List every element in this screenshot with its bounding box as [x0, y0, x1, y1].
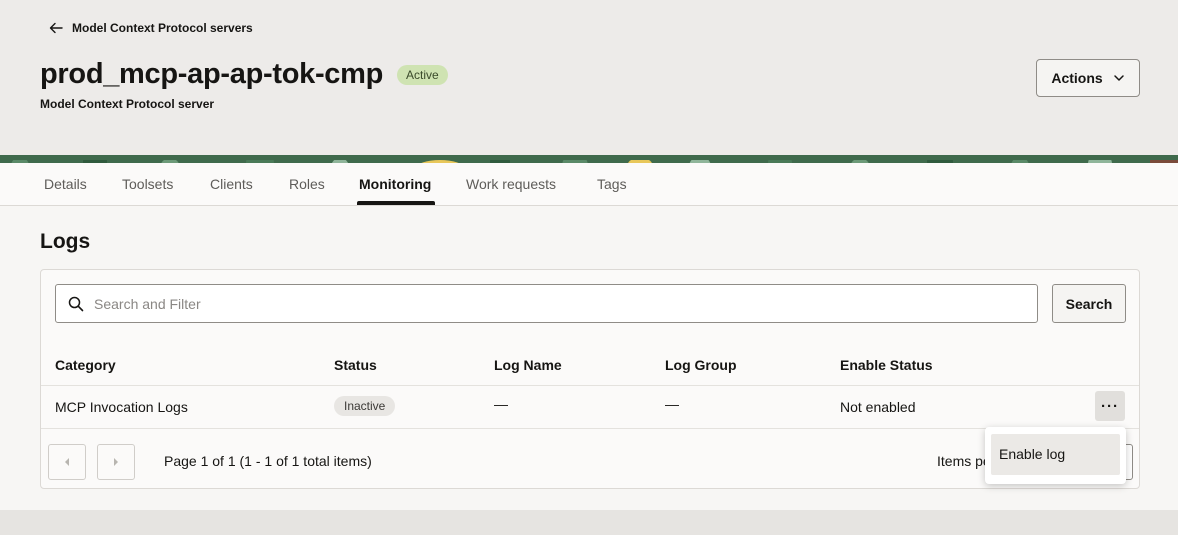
- next-page-icon: [114, 458, 118, 466]
- status-badge: Active: [397, 64, 448, 85]
- more-actions-icon: ···: [1101, 397, 1119, 415]
- decorative-banner: [0, 155, 1178, 163]
- row-actions-menu: Enable log: [985, 427, 1126, 484]
- row-actions-button[interactable]: ···: [1095, 391, 1125, 421]
- cell-status-badge: Inactive: [334, 396, 396, 416]
- search-input[interactable]: [94, 285, 1024, 322]
- cell-enable-status: Not enabled: [840, 399, 916, 415]
- column-header-log-name[interactable]: Log Name: [494, 357, 562, 373]
- table-divider: [41, 428, 1139, 429]
- search-icon: [68, 296, 84, 312]
- items-per-page-label: Items pe: [937, 453, 991, 469]
- arrow-left-icon: [49, 22, 63, 34]
- page-title: prod_mcp-ap-ap-tok-cmp: [40, 58, 384, 90]
- column-header-log-group[interactable]: Log Group: [665, 357, 737, 373]
- column-header-category[interactable]: Category: [55, 357, 116, 373]
- pagination-summary: Page 1 of 1 (1 - 1 of 1 total items): [164, 453, 372, 469]
- column-header-enable-status[interactable]: Enable Status: [840, 357, 933, 373]
- logs-title: Logs: [40, 230, 91, 253]
- back-link-label: Model Context Protocol servers: [72, 21, 253, 35]
- tab-monitoring[interactable]: Monitoring: [359, 176, 431, 192]
- next-page-button[interactable]: [97, 444, 135, 480]
- active-tab-indicator: [357, 201, 435, 205]
- cell-category: MCP Invocation Logs: [55, 399, 188, 415]
- actions-button-label: Actions: [1051, 70, 1103, 86]
- prev-page-button[interactable]: [48, 444, 86, 480]
- table-divider: [41, 385, 1139, 386]
- column-header-status[interactable]: Status: [334, 357, 377, 373]
- menu-item-enable-log[interactable]: Enable log: [991, 434, 1120, 475]
- page-header: Model Context Protocol servers prod_mcp-…: [0, 0, 1178, 155]
- cell-log-group: —: [665, 396, 679, 412]
- actions-button[interactable]: Actions: [1036, 59, 1140, 97]
- back-link[interactable]: Model Context Protocol servers: [48, 20, 253, 36]
- page-subtitle: Model Context Protocol server: [40, 97, 215, 111]
- cell-log-name: —: [494, 396, 508, 412]
- tab-bar: Details Toolsets Clients Roles Monitorin…: [0, 163, 1178, 206]
- footer-strip: [0, 510, 1178, 535]
- tab-clients[interactable]: Clients: [210, 176, 253, 192]
- search-button[interactable]: Search: [1052, 284, 1126, 323]
- tab-roles[interactable]: Roles: [289, 176, 325, 192]
- tab-toolsets[interactable]: Toolsets: [122, 176, 173, 192]
- tab-work-requests[interactable]: Work requests: [466, 176, 556, 192]
- tab-details[interactable]: Details: [44, 176, 87, 192]
- tab-tags[interactable]: Tags: [597, 176, 627, 192]
- title-row: prod_mcp-ap-ap-tok-cmp Active: [40, 58, 448, 91]
- logs-panel: Search Category Status Log Name Log Grou…: [40, 269, 1140, 489]
- chevron-down-icon: [1113, 75, 1124, 81]
- prev-page-icon: [65, 458, 69, 466]
- search-box: [55, 284, 1038, 323]
